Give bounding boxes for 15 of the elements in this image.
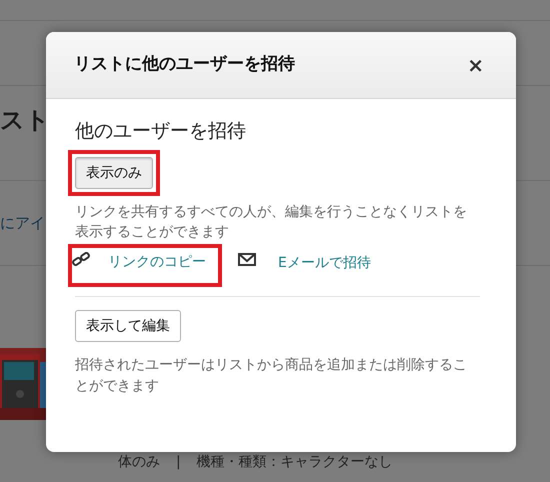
product-detail-text: 体のみ <box>118 453 160 472</box>
link-icon <box>72 252 90 266</box>
list-heading: スト <box>0 105 50 136</box>
share-link[interactable]: リンクのコピー <box>72 252 206 274</box>
product-detail-text: 機種・種類：キャラクターなし <box>196 453 393 472</box>
section-title: 他のユーザーを招待 <box>75 119 247 144</box>
view-option-button[interactable]: 表示して編集 <box>75 310 181 342</box>
share-link[interactable]: Eメールで招待 <box>238 253 371 274</box>
product-detail-text: | <box>176 453 181 472</box>
mail-icon <box>238 253 256 266</box>
option-description: 招待されたユーザーはリストから商品を追加または削除することができます <box>75 356 468 396</box>
dialog-title: リストに他のユーザーを招待 <box>74 53 295 76</box>
view-option-button[interactable]: 表示のみ <box>75 156 153 189</box>
close-button[interactable]: × <box>463 55 488 75</box>
option-description: リンクを共有するすべての人が、編集を行うことなくリストを表示することができます <box>75 202 468 242</box>
